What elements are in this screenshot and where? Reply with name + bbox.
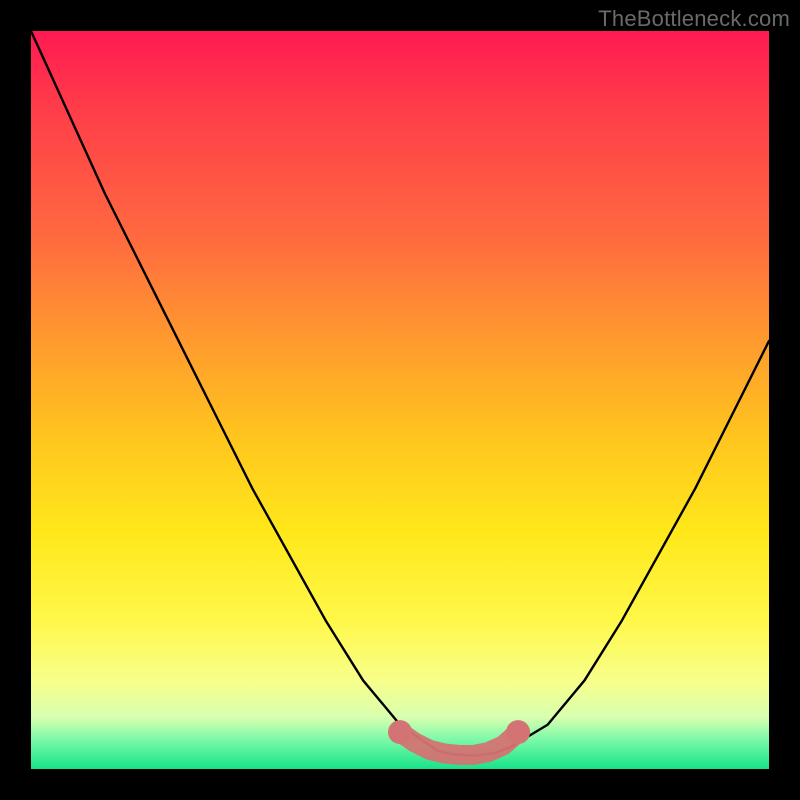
- curve-svg: [31, 31, 769, 769]
- watermark-text: TheBottleneck.com: [598, 6, 790, 32]
- chart-frame: TheBottleneck.com: [0, 0, 800, 800]
- highlight-markers: [388, 720, 530, 755]
- bottleneck-curve: [31, 31, 769, 756]
- gradient-plot-area: [31, 31, 769, 769]
